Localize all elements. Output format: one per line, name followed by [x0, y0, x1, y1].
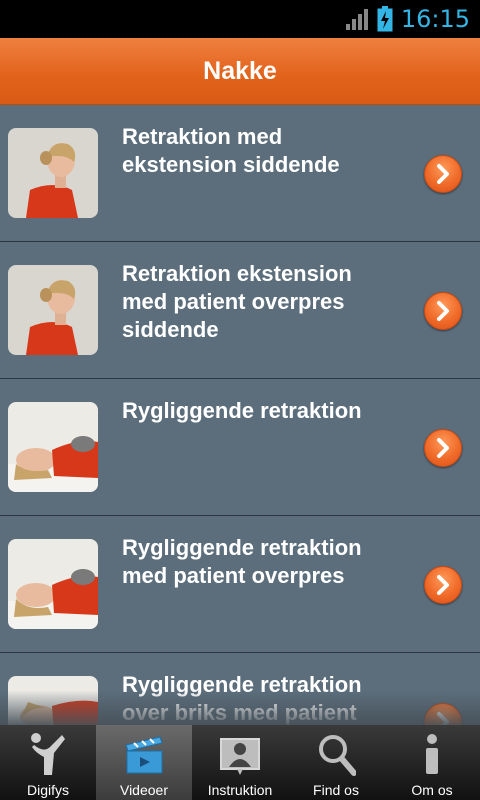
tab-label: Find os [313, 782, 359, 798]
tab-label: Om os [411, 782, 453, 798]
chevron-right-icon[interactable] [424, 703, 462, 725]
list-item[interactable]: Rygliggende retraktion [0, 379, 480, 516]
tab-label: Videoer [119, 782, 168, 798]
person-logo-icon [31, 733, 65, 775]
tab-label: Digifys [26, 782, 69, 798]
exercise-title: Retraktion ekstension med patient overpr… [122, 261, 352, 342]
clock: 16:15 [400, 5, 470, 33]
tab-label: Instruktion [207, 782, 273, 798]
battery-charging-icon [377, 6, 393, 32]
exercise-title: Retraktion med ekstension siddende [122, 124, 340, 177]
status-bar: 16:15 [0, 0, 480, 38]
list-item[interactable]: Rygliggende retraktion med patient overp… [0, 516, 480, 653]
list-item[interactable]: Rygliggende retraktion over briks med pa… [0, 653, 480, 725]
exercise-title: Rygliggende retraktion [122, 398, 362, 423]
list-item[interactable]: Retraktion med ekstension siddende [0, 105, 480, 242]
video-thumbnail [8, 402, 98, 492]
tab-instruktion[interactable]: Instruktion [192, 725, 288, 800]
page-title: Nakke [203, 56, 277, 85]
chevron-right-icon[interactable] [424, 566, 462, 604]
video-clapper-icon [125, 736, 163, 774]
exercise-title: Rygliggende retraktion med patient overp… [122, 535, 362, 588]
video-thumbnail [8, 128, 98, 218]
exercise-title: Rygliggende retraktion over briks med pa… [122, 672, 362, 725]
tab-find-os[interactable]: Find os [288, 725, 384, 800]
magnifier-icon [319, 735, 356, 776]
tab-videoer[interactable]: Videoer [96, 725, 192, 800]
video-thumbnail [8, 265, 98, 355]
chevron-right-icon[interactable] [424, 429, 462, 467]
video-thumbnail [8, 676, 98, 725]
bottom-tab-bar: Digifys Videoer Instruktion Find os Om o… [0, 725, 480, 800]
video-thumbnail [8, 539, 98, 629]
tab-digifys[interactable]: Digifys [0, 725, 96, 800]
page-header: Nakke [0, 38, 480, 105]
exercise-list[interactable]: Retraktion med ekstension siddende Retra… [0, 105, 480, 725]
chevron-right-icon[interactable] [424, 155, 462, 193]
chevron-right-icon[interactable] [424, 292, 462, 330]
info-icon [426, 734, 438, 774]
instructor-icon [220, 738, 260, 775]
list-item[interactable]: Retraktion ekstension med patient overpr… [0, 242, 480, 379]
signal-icon [345, 9, 368, 30]
tab-om-os[interactable]: Om os [384, 725, 480, 800]
